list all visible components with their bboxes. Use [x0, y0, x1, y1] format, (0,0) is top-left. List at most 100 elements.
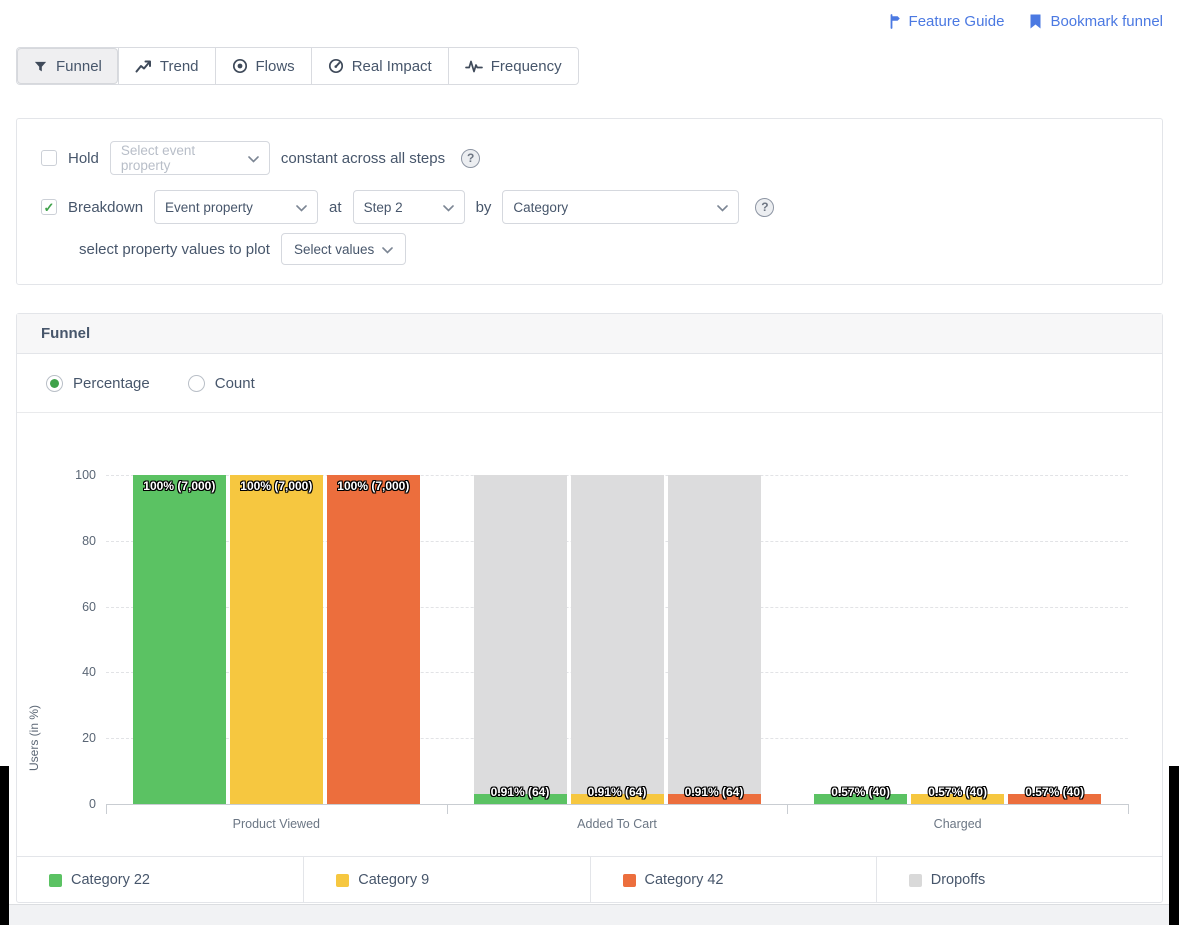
funnel-panel: Funnel Percentage Count Users (in %) 0 20 4…	[16, 313, 1163, 903]
chart-legend: Category 22 Category 9 Category 42 Dropoffs	[17, 856, 1162, 903]
legend-swatch	[336, 874, 349, 887]
y-axis-title: Users (in %)	[27, 628, 41, 848]
breakdown-property-value: Category	[513, 200, 568, 215]
tab-trend[interactable]: Trend	[118, 48, 215, 84]
legend-swatch	[49, 874, 62, 887]
x-axis-tick	[1128, 804, 1129, 814]
select-values-label: Select values	[294, 242, 374, 257]
y-tick-label: 0	[64, 797, 96, 811]
header-links: Feature Guide Bookmark funnel	[885, 13, 1163, 30]
chevron-down-icon	[382, 242, 393, 257]
mode-radio-percentage[interactable]: Percentage	[46, 375, 150, 392]
hold-row: ✓ Hold Select event property constant ac…	[41, 141, 480, 175]
legend-label: Category 22	[71, 872, 150, 888]
plot-values-label: select property values to plot	[79, 241, 270, 258]
bookmark-icon	[1028, 13, 1043, 30]
page-footer-strip	[0, 904, 1179, 925]
header-link-feature-guide[interactable]: Feature Guide	[885, 13, 1005, 30]
legend-item-dropoffs[interactable]: Dropoffs	[876, 857, 1162, 903]
header-link-bookmark-funnel[interactable]: Bookmark funnel	[1028, 13, 1163, 30]
breakdown-row: ✓ Breakdown Event property at Step 2 by …	[41, 190, 774, 224]
chevron-down-icon	[443, 200, 454, 215]
mode-radio-count[interactable]: Count	[188, 375, 255, 392]
x-category-label: Charged	[808, 817, 1108, 831]
dropoff-bar[interactable]	[668, 475, 761, 794]
funnel-panel-header: Funnel	[17, 314, 1162, 354]
trend-icon	[135, 59, 152, 74]
tab-real-impact[interactable]: Real Impact	[311, 48, 448, 84]
mode-label: Percentage	[73, 375, 150, 392]
x-category-label: Added To Cart	[467, 817, 767, 831]
funnel-bar-category-22[interactable]	[133, 475, 226, 804]
tab-label: Real Impact	[352, 58, 432, 75]
funnel-bar-category-42[interactable]	[327, 475, 420, 804]
chevron-down-icon	[248, 151, 259, 166]
y-tick-label: 80	[64, 534, 96, 548]
breakdown-checkbox[interactable]: ✓	[41, 199, 57, 215]
screen-edge-right	[1169, 766, 1179, 925]
y-tick-label: 60	[64, 600, 96, 614]
breakdown-step-value: Step 2	[364, 200, 403, 215]
funnel-bar-category-22[interactable]	[814, 794, 907, 804]
tab-label: Trend	[160, 58, 199, 75]
breakdown-step-select[interactable]: Step 2	[353, 190, 465, 224]
hold-property-placeholder: Select event property	[121, 143, 240, 173]
plot-values-row: select property values to plot Select va…	[79, 233, 406, 265]
tab-label: Flows	[256, 58, 295, 75]
funnel-bar-category-9[interactable]	[230, 475, 323, 804]
legend-swatch	[623, 874, 636, 887]
legend-item-category-9[interactable]: Category 9	[303, 857, 589, 903]
hold-suffix-label: constant across all steps	[281, 150, 445, 167]
dropoff-bar[interactable]	[571, 475, 664, 794]
radio-icon	[46, 375, 63, 392]
signpost-icon	[885, 13, 902, 30]
legend-item-category-22[interactable]: Category 22	[17, 857, 303, 903]
legend-label: Dropoffs	[931, 872, 986, 888]
funnel-bar-category-42[interactable]	[1008, 794, 1101, 804]
x-category-label: Product Viewed	[126, 817, 426, 831]
select-values-button[interactable]: Select values	[281, 233, 406, 265]
x-axis-tick	[106, 804, 107, 814]
mode-row: Percentage Count	[17, 354, 1162, 413]
legend-label: Category 9	[358, 872, 429, 888]
x-axis-line	[106, 804, 1128, 805]
y-tick-label: 20	[64, 731, 96, 745]
flows-icon	[232, 58, 248, 74]
hold-property-select[interactable]: Select event property	[110, 141, 270, 175]
funnel-bar-category-9[interactable]	[571, 794, 664, 804]
funnel-icon	[33, 59, 48, 74]
by-label: by	[476, 199, 492, 216]
tab-frequency[interactable]: Frequency	[448, 48, 578, 84]
funnel-chart: Users (in %) 020406080100100% (7,000)100…	[17, 414, 1164, 854]
header-link-label: Bookmark funnel	[1050, 13, 1163, 30]
x-axis-tick	[787, 804, 788, 814]
header-link-label: Feature Guide	[909, 13, 1005, 30]
radio-icon	[188, 375, 205, 392]
tab-label: Frequency	[491, 58, 562, 75]
real-impact-icon	[328, 58, 344, 74]
breakdown-property-select[interactable]: Category	[502, 190, 739, 224]
funnel-bar-category-22[interactable]	[474, 794, 567, 804]
tab-flows[interactable]: Flows	[215, 48, 311, 84]
chevron-down-icon	[296, 200, 307, 215]
legend-item-category-42[interactable]: Category 42	[590, 857, 876, 903]
breakdown-type-value: Event property	[165, 200, 253, 215]
at-label: at	[329, 199, 342, 216]
breakdown-label: Breakdown	[68, 199, 143, 216]
mode-label: Count	[215, 375, 255, 392]
tab-label: Funnel	[56, 58, 102, 75]
hold-checkbox[interactable]: ✓	[41, 150, 57, 166]
funnel-bar-category-9[interactable]	[911, 794, 1004, 804]
help-icon[interactable]: ?	[461, 149, 480, 168]
dropoff-bar[interactable]	[474, 475, 567, 794]
legend-label: Category 42	[645, 872, 724, 888]
funnel-bar-category-42[interactable]	[668, 794, 761, 804]
hold-label: Hold	[68, 150, 99, 167]
tab-funnel[interactable]: Funnel	[17, 48, 118, 84]
legend-swatch	[909, 874, 922, 887]
x-axis-tick	[447, 804, 448, 814]
breakdown-type-select[interactable]: Event property	[154, 190, 318, 224]
help-icon[interactable]: ?	[755, 198, 774, 217]
y-tick-label: 40	[64, 665, 96, 679]
funnel-panel-title: Funnel	[41, 325, 90, 342]
